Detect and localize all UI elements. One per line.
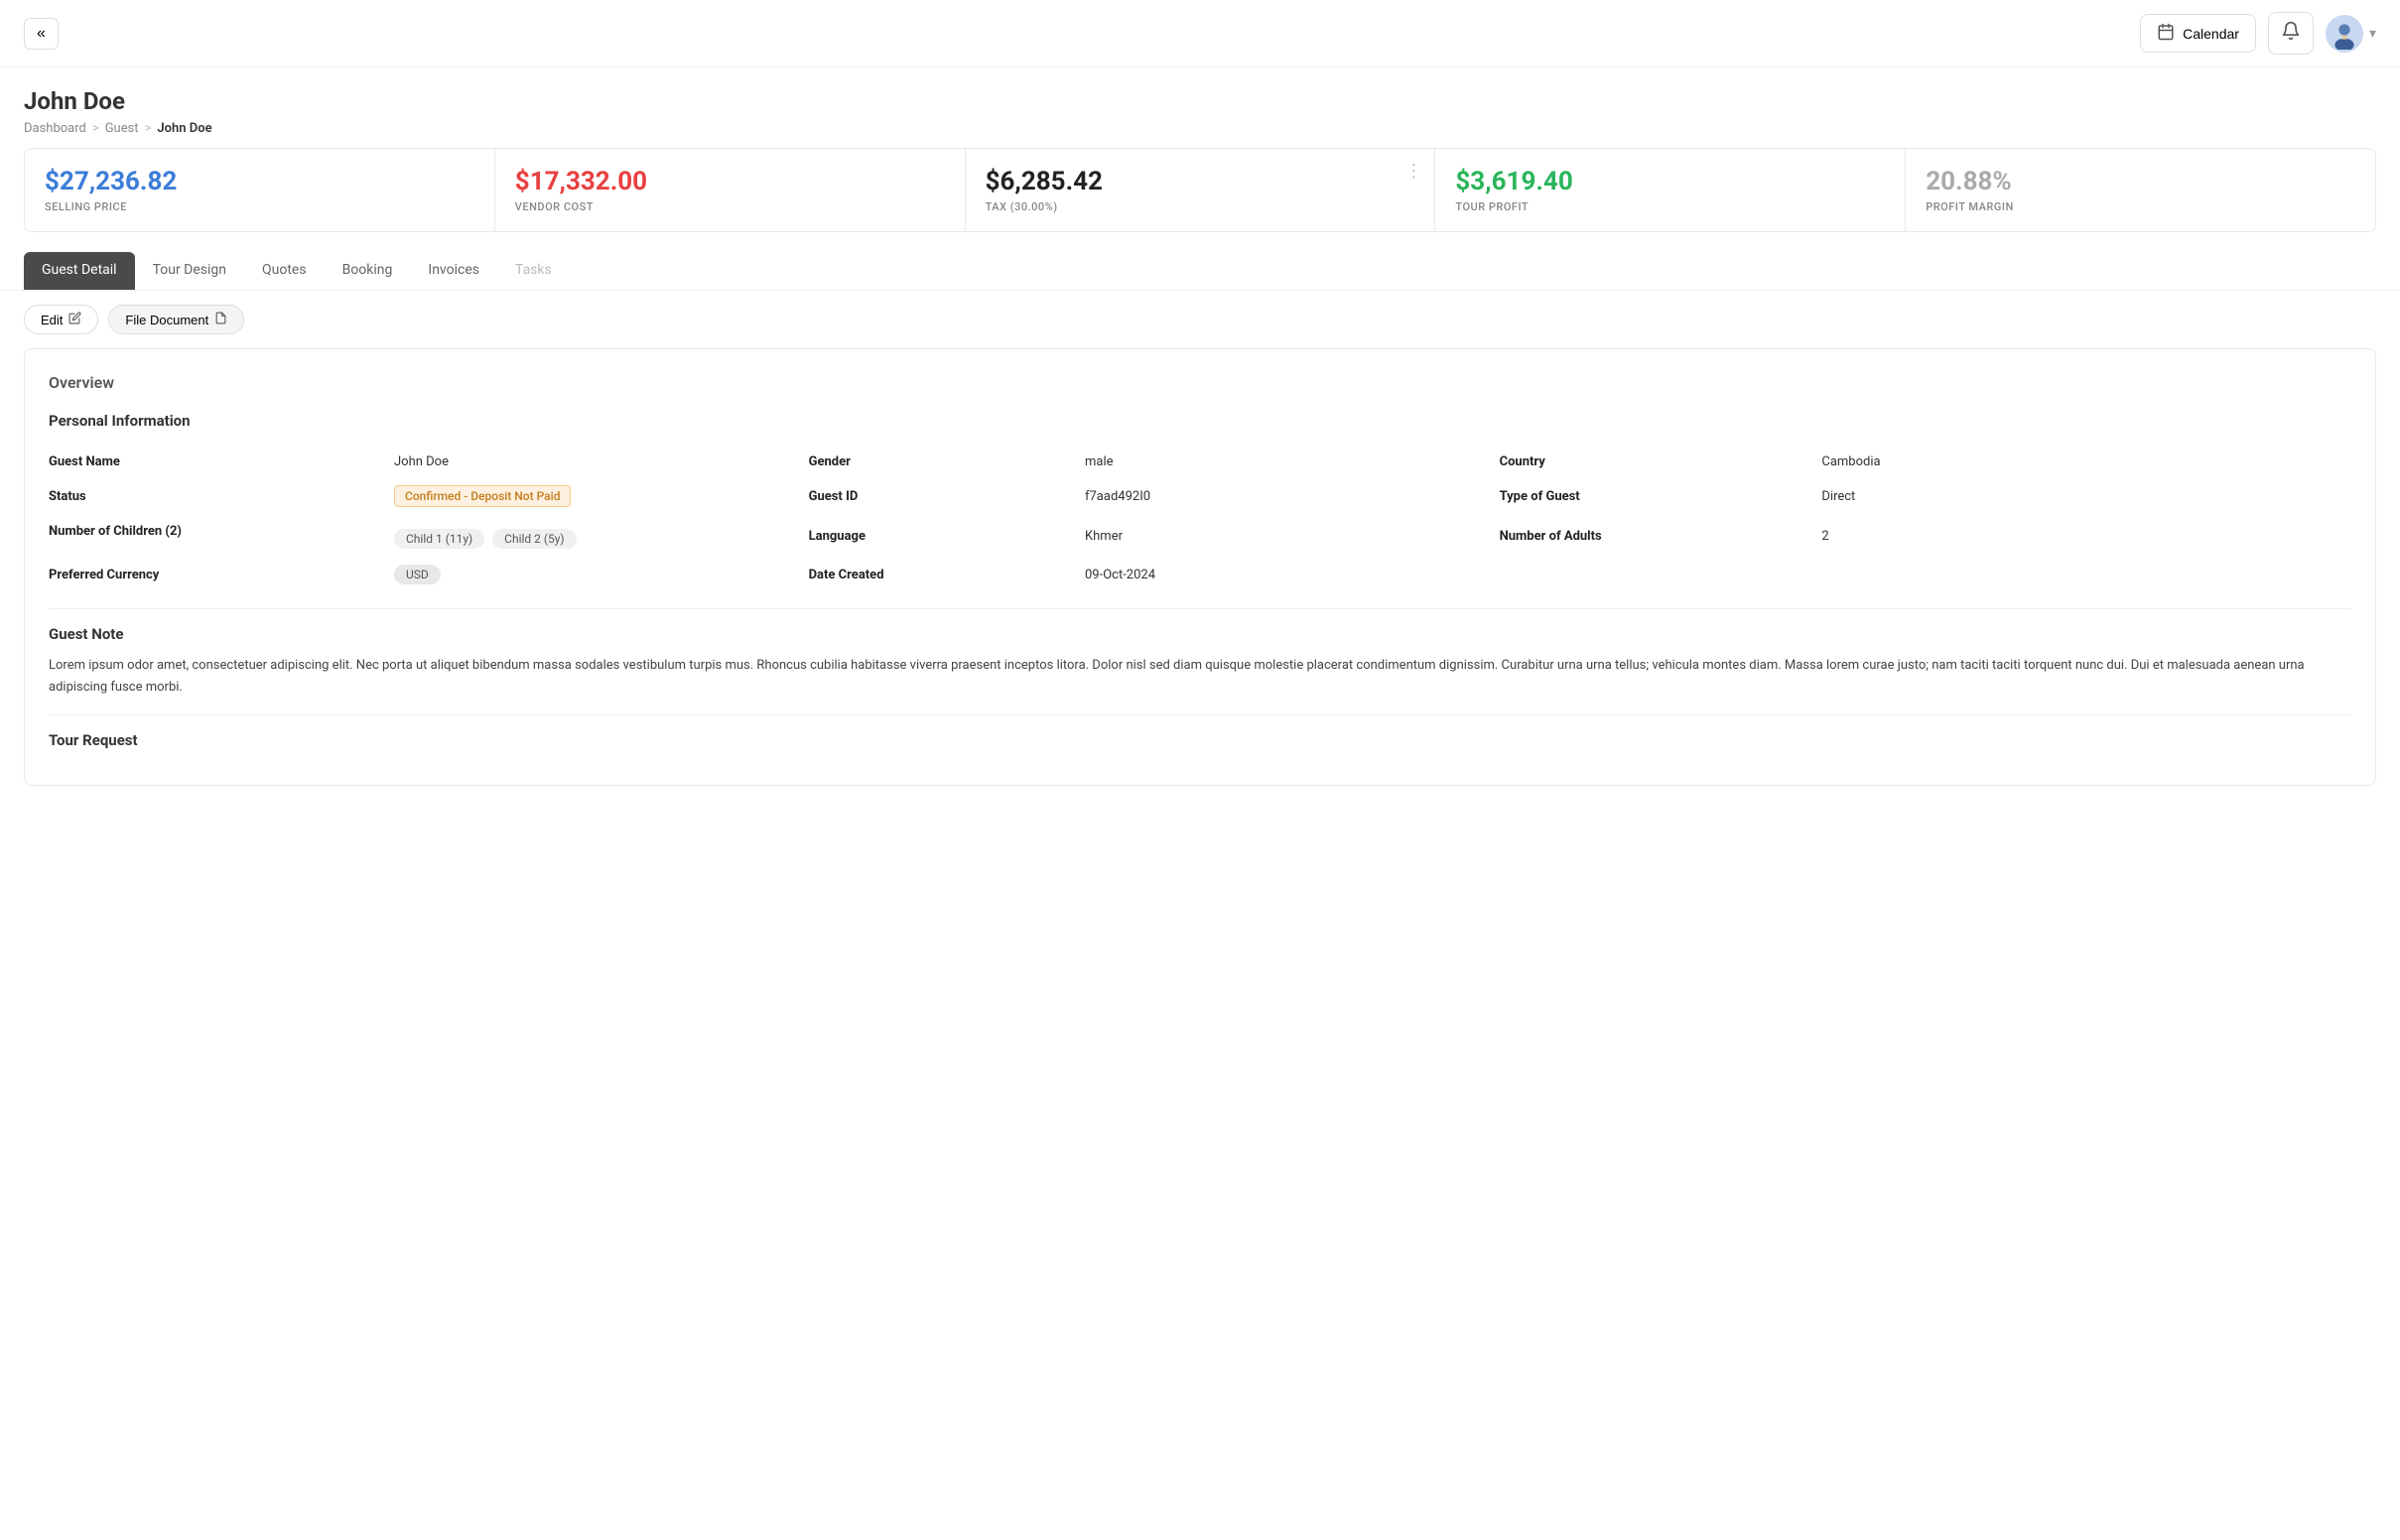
guest-name-value: John Doe bbox=[394, 446, 809, 477]
edit-button[interactable]: Edit bbox=[24, 305, 98, 334]
tab-booking[interactable]: Booking bbox=[325, 252, 411, 290]
header: « Calendar bbox=[0, 0, 2400, 67]
children-tags-cell: Child 1 (11y) Child 2 (5y) bbox=[394, 515, 809, 557]
divider-1 bbox=[49, 608, 2351, 609]
num-adults-value: 2 bbox=[1821, 515, 2351, 557]
table-row: Guest Name John Doe Gender male Country … bbox=[49, 446, 2351, 477]
selling-price-value: $27,236.82 bbox=[45, 167, 474, 196]
file-document-button[interactable]: File Document bbox=[108, 305, 244, 334]
tour-profit-label: TOUR PROFIT bbox=[1455, 200, 1885, 213]
status-badge: Confirmed - Deposit Not Paid bbox=[394, 485, 571, 507]
calendar-icon bbox=[2157, 23, 2175, 44]
guest-note-title: Guest Note bbox=[49, 625, 2351, 643]
child-tag-2: Child 2 (5y) bbox=[492, 529, 576, 549]
date-created-value: 09-Oct-2024 bbox=[1085, 557, 1500, 592]
table-row: Number of Children (2) Child 1 (11y) Chi… bbox=[49, 515, 2351, 557]
date-created-label: Date Created bbox=[809, 557, 1085, 592]
overview-section-title: Overview bbox=[49, 373, 2351, 392]
tab-quotes[interactable]: Quotes bbox=[244, 252, 325, 290]
guest-id-label: Guest ID bbox=[809, 477, 1085, 515]
file-icon bbox=[214, 312, 227, 327]
preferred-currency-value: USD bbox=[394, 557, 809, 592]
action-row: Edit File Document bbox=[0, 291, 2400, 348]
tabs-row: Guest Detail Tour Design Quotes Booking … bbox=[0, 252, 2400, 291]
country-label: Country bbox=[1500, 446, 1822, 477]
guest-id-value: f7aad492I0 bbox=[1085, 477, 1500, 515]
status-label: Status bbox=[49, 477, 394, 515]
header-left: « bbox=[24, 18, 59, 50]
header-right: Calendar ▾ bbox=[2140, 12, 2376, 55]
guest-note-text: Lorem ipsum odor amet, consectetuer adip… bbox=[49, 655, 2351, 699]
selling-price-label: SELLING PRICE bbox=[45, 200, 474, 213]
num-adults-label: Number of Adults bbox=[1500, 515, 1822, 557]
breadcrumb-current: John Doe bbox=[157, 121, 211, 136]
tax-label: TAX (30.00%) bbox=[986, 200, 1415, 213]
breadcrumb: Dashboard > Guest > John Doe bbox=[24, 121, 2376, 136]
gender-label: Gender bbox=[809, 446, 1085, 477]
table-row: Status Confirmed - Deposit Not Paid Gues… bbox=[49, 477, 2351, 515]
num-children-label: Number of Children (2) bbox=[49, 515, 394, 557]
type-of-guest-label: Type of Guest bbox=[1500, 477, 1822, 515]
breadcrumb-home[interactable]: Dashboard bbox=[24, 121, 86, 136]
preferred-currency-label: Preferred Currency bbox=[49, 557, 394, 592]
tour-profit-value: $3,619.40 bbox=[1455, 167, 1885, 196]
tour-request-title: Tour Request bbox=[49, 731, 2351, 749]
gender-value: male bbox=[1085, 446, 1500, 477]
calendar-label: Calendar bbox=[2183, 26, 2239, 42]
divider-2 bbox=[49, 714, 2351, 715]
back-button[interactable]: « bbox=[24, 18, 59, 50]
country-value: Cambodia bbox=[1821, 446, 2351, 477]
breadcrumb-parent[interactable]: Guest bbox=[105, 121, 139, 136]
profit-margin-value: 20.88% bbox=[1926, 167, 2355, 196]
vendor-cost-value: $17,332.00 bbox=[515, 167, 945, 196]
personal-info-table: Guest Name John Doe Gender male Country … bbox=[49, 446, 2351, 592]
file-document-label: File Document bbox=[125, 313, 208, 327]
tax-menu-icon[interactable]: ⋮ bbox=[1404, 161, 1422, 182]
tab-tour-design[interactable]: Tour Design bbox=[135, 252, 244, 290]
stat-selling-price: $27,236.82 SELLING PRICE bbox=[24, 148, 495, 232]
table-row: Preferred Currency USD Date Created 09-O… bbox=[49, 557, 2351, 592]
stat-profit-margin: 20.88% PROFIT MARGIN bbox=[1906, 148, 2376, 232]
overview-card: Overview Personal Information Guest Name… bbox=[24, 348, 2376, 786]
edit-icon bbox=[68, 312, 81, 327]
stat-tour-profit: $3,619.40 TOUR PROFIT bbox=[1435, 148, 1906, 232]
stat-vendor-cost: $17,332.00 VENDOR COST bbox=[495, 148, 966, 232]
language-value: Khmer bbox=[1085, 515, 1500, 557]
page-title: John Doe bbox=[24, 87, 2376, 115]
main-content: Overview Personal Information Guest Name… bbox=[0, 348, 2400, 826]
currency-badge: USD bbox=[394, 565, 441, 584]
breadcrumb-sep1: > bbox=[92, 121, 99, 136]
type-of-guest-value: Direct bbox=[1821, 477, 2351, 515]
child-tag-1: Child 1 (11y) bbox=[394, 529, 484, 549]
breadcrumb-sep2: > bbox=[145, 121, 152, 136]
guest-name-label: Guest Name bbox=[49, 446, 394, 477]
tax-value: $6,285.42 bbox=[986, 167, 1415, 196]
chevron-down-icon: ▾ bbox=[2369, 26, 2376, 42]
tab-invoices[interactable]: Invoices bbox=[410, 252, 497, 290]
vendor-cost-label: VENDOR COST bbox=[515, 200, 945, 213]
bell-icon bbox=[2281, 25, 2301, 45]
children-tags: Child 1 (11y) Child 2 (5y) bbox=[394, 529, 809, 549]
personal-info-title: Personal Information bbox=[49, 412, 2351, 430]
user-avatar-container[interactable]: ▾ bbox=[2326, 15, 2376, 53]
language-label: Language bbox=[809, 515, 1085, 557]
stats-row: $27,236.82 SELLING PRICE $17,332.00 VEND… bbox=[0, 148, 2400, 252]
tab-tasks[interactable]: Tasks bbox=[497, 252, 570, 290]
edit-label: Edit bbox=[41, 313, 63, 327]
status-value: Confirmed - Deposit Not Paid bbox=[394, 477, 809, 515]
profit-margin-label: PROFIT MARGIN bbox=[1926, 200, 2355, 213]
calendar-button[interactable]: Calendar bbox=[2140, 14, 2256, 53]
page-header: John Doe Dashboard > Guest > John Doe bbox=[0, 67, 2400, 148]
stat-tax: ⋮ $6,285.42 TAX (30.00%) bbox=[966, 148, 1436, 232]
tab-guest-detail[interactable]: Guest Detail bbox=[24, 252, 135, 290]
avatar bbox=[2326, 15, 2363, 53]
notification-button[interactable] bbox=[2268, 12, 2314, 55]
